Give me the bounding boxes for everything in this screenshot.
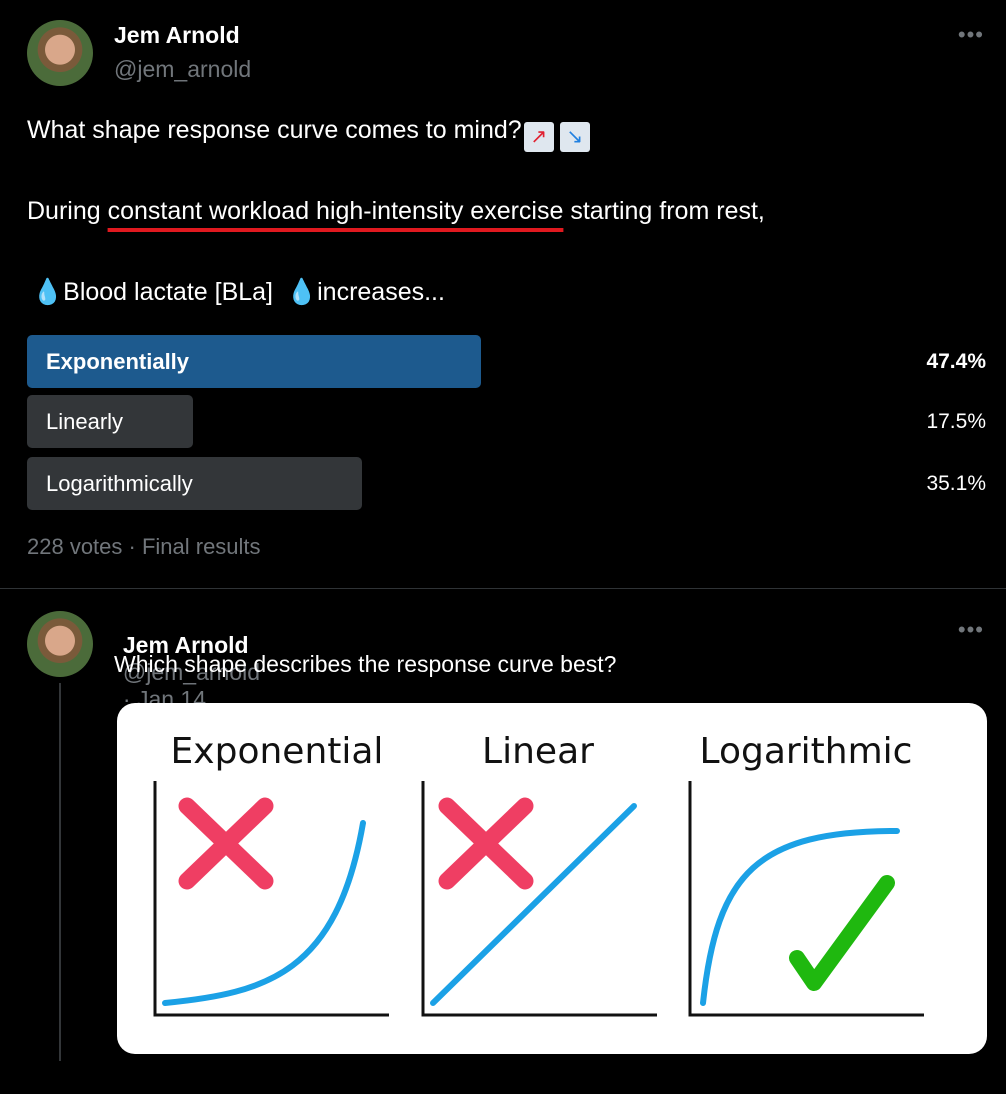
chart-increasing-icon: ↗ [523,122,554,152]
tweet-line-3: 💧Blood lactate [BLa] 💧increases... [32,278,445,307]
tweet-line-1: What shape response curve comes to mind?… [27,116,590,152]
author-handle[interactable]: @jem_arnold [114,56,251,83]
thread-line [59,683,61,1061]
attached-image[interactable]: Exponential Linear Logarithmic [117,703,987,1054]
poll-option-label: Logarithmically [46,471,193,496]
increases-text: increases... [317,278,445,306]
tweet-line-2: During constant workload high-intensity … [27,197,765,226]
poll-option-percent: 47.4% [926,350,986,373]
poll-footer: 228 votes · Final results [27,534,261,559]
drop-of-blood-icon: 💧 [32,278,64,306]
blood-lactate-text: Blood lactate [BLa] [63,278,274,306]
poll-option-percent: 35.1% [926,472,986,495]
panel-title: Logarithmic [700,731,913,772]
more-options-icon[interactable]: ••• [958,617,984,643]
text-suffix: starting from rest, [563,197,765,225]
poll-option-label: Exponentially [46,349,190,374]
poll-option-label: Linearly [46,409,124,434]
text-prefix: During [27,197,108,225]
avatar[interactable] [27,611,93,677]
divider [0,588,1006,589]
question-text: What shape response curve comes to mind? [27,116,522,144]
underlined-phrase: constant workload high-intensity exercis… [107,197,564,225]
panel-title: Exponential [171,731,384,772]
more-options-icon[interactable]: ••• [958,22,984,48]
drop-of-blood-icon: 💧 [285,278,318,306]
chart-decreasing-icon: ↘ [559,122,590,152]
panel-title: Linear [482,731,594,772]
reply-text: Which shape describes the response curve… [114,651,617,677]
avatar[interactable] [27,20,93,86]
author-name[interactable]: Jem Arnold [114,22,240,49]
poll-option-percent: 17.5% [926,410,986,433]
